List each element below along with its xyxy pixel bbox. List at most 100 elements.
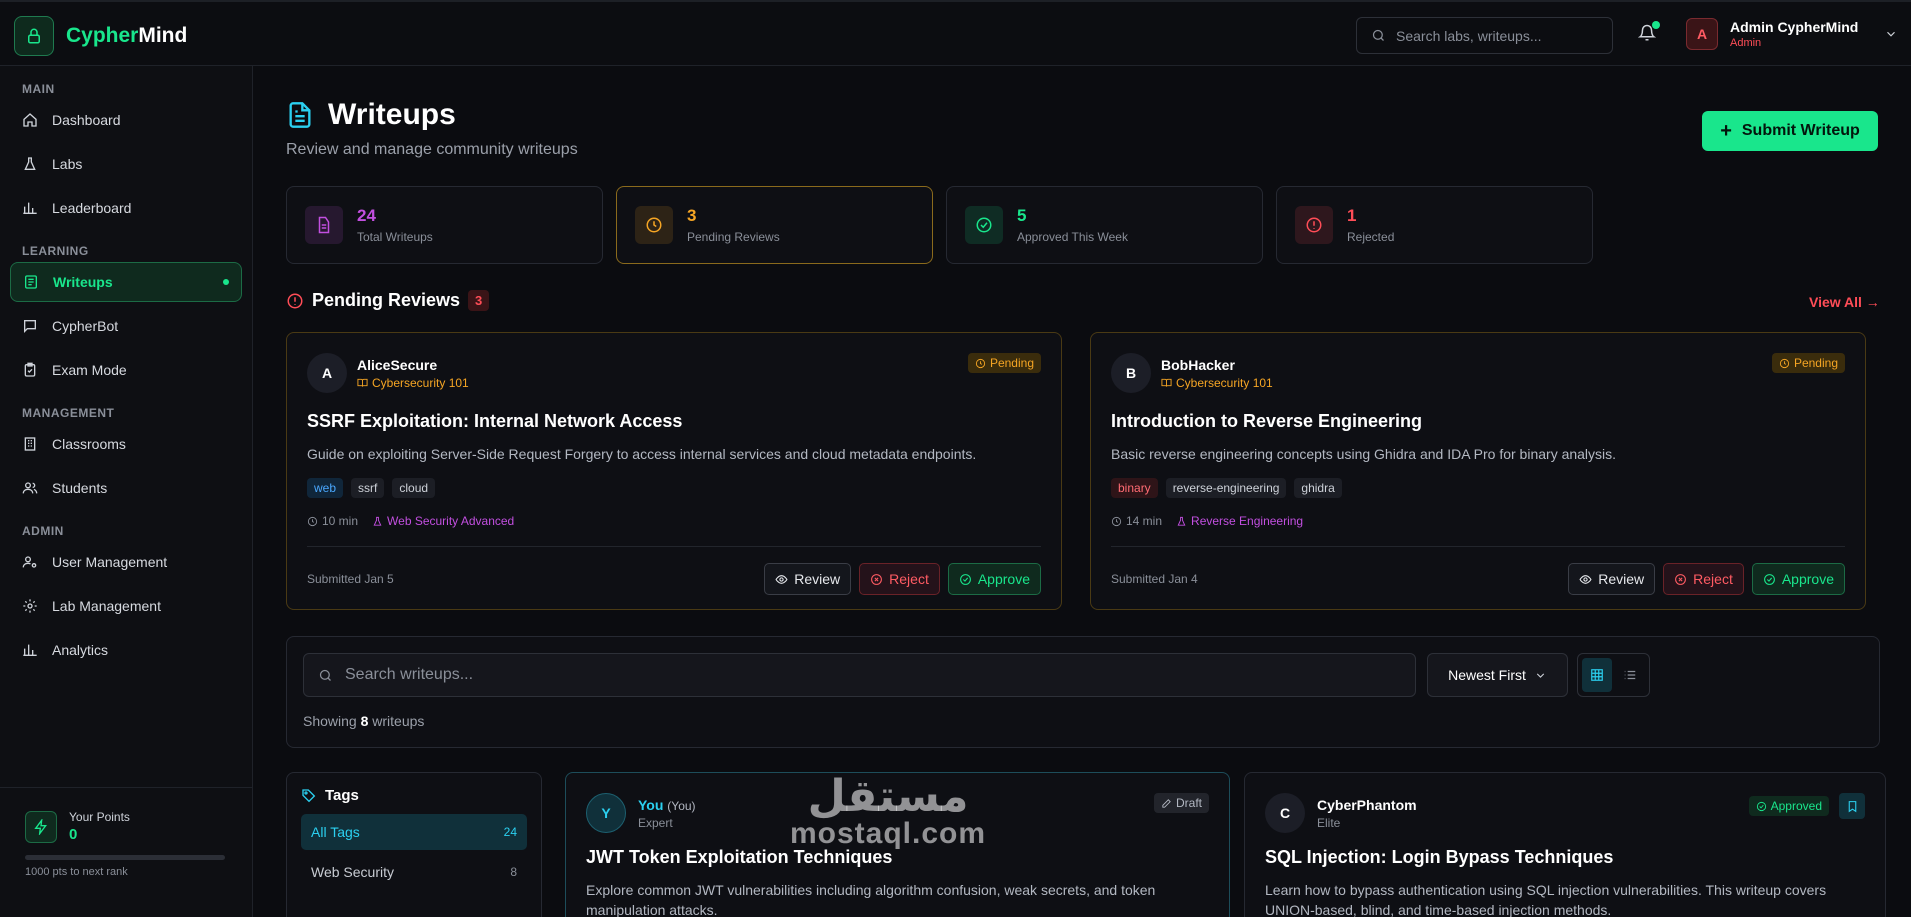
reject-button[interactable]: Reject <box>1663 563 1744 595</box>
clock-icon <box>307 516 318 526</box>
sidebar-item-leaderboard[interactable]: Leaderboard <box>10 188 242 228</box>
approve-button[interactable]: Approve <box>947 563 1041 595</box>
tag-chip[interactable]: binary <box>1111 478 1158 498</box>
approve-button[interactable]: Approve <box>1751 563 1845 595</box>
writeup-description: Learn how to bypass authentication using… <box>1265 882 1827 917</box>
pending-writeup-card[interactable]: B BobHacker Cybersecurity 101 Pending Introd… <box>1090 332 1866 610</box>
tag-filter-label: Web Security <box>311 864 394 880</box>
tag-filter-count: 24 <box>503 825 517 839</box>
writeup-title[interactable]: JWT Token Exploitation Techniques <box>586 847 1209 868</box>
writeup-search-placeholder: Search writeups... <box>345 666 474 683</box>
clock-icon <box>1111 516 1122 526</box>
grid-view-button[interactable] <box>1582 658 1612 692</box>
course-label: Cybersecurity 101 <box>1161 376 1273 390</box>
sidebar-item-user-management[interactable]: User Management <box>10 542 242 582</box>
user-role: Admin <box>1730 37 1762 49</box>
user-menu[interactable]: A Admin CypherMind Admin <box>1686 18 1898 50</box>
tag-chip[interactable]: web <box>307 478 344 498</box>
author-name[interactable]: AliceSecure <box>357 357 469 373</box>
clipboard-icon <box>24 362 36 377</box>
sidebar-item-exam-mode[interactable]: Exam Mode <box>10 350 242 390</box>
sidebar-item-lab-management[interactable]: Lab Management <box>10 586 242 626</box>
user-name: Admin CypherMind <box>1730 19 1859 35</box>
writeup-title[interactable]: SSRF Exploitation: Internal Network Acce… <box>307 411 1041 432</box>
tag-icon <box>302 788 316 802</box>
pending-writeup-card[interactable]: A AliceSecure Cybersecurity 101 Pending SSRF… <box>286 332 1062 610</box>
lab-name[interactable]: Reverse Engineering <box>1191 514 1303 528</box>
global-search-input[interactable]: Search labs, writeups... <box>1356 17 1613 54</box>
page-title: Writeups <box>328 98 456 131</box>
sidebar-item-dashboard[interactable]: Dashboard <box>10 100 242 140</box>
logo[interactable]: CypherMind <box>14 16 187 56</box>
tags-title: Tags <box>325 787 359 804</box>
sidebar-item-labs[interactable]: Labs <box>10 144 242 184</box>
writeup-description: Basic reverse engineering concepts using… <box>1111 446 1617 462</box>
submit-writeup-button[interactable]: + Submit Writeup <box>1702 111 1878 151</box>
chevron-down-icon <box>1536 672 1545 678</box>
tag-filter-item[interactable]: All Tags 24 <box>301 814 527 850</box>
sidebar-item-analytics[interactable]: Analytics <box>10 630 242 670</box>
divider <box>307 546 1041 547</box>
clock-icon <box>635 206 673 244</box>
page-subtitle: Review and manage community writeups <box>286 141 578 158</box>
writeup-title[interactable]: Introduction to Reverse Engineering <box>1111 411 1845 432</box>
document-icon <box>305 206 343 244</box>
writeup-card[interactable]: C CyberPhantom Elite Approved SQL Injection:… <box>1244 772 1886 917</box>
app-name: CypherMind <box>66 24 188 47</box>
pending-reviews-title: Pending Reviews <box>312 290 461 310</box>
writeup-title[interactable]: SQL Injection: Login Bypass Techniques <box>1265 847 1865 868</box>
sort-value: Newest First <box>1448 667 1526 683</box>
tag-list: binary reverse-engineering ghidra <box>1111 478 1845 498</box>
tag-chip[interactable]: ssrf <box>351 478 385 498</box>
bookmark-button[interactable] <box>1839 793 1865 819</box>
showing-count: Showing 8 writeups <box>303 713 425 729</box>
writeup-description: Guide on exploiting Server-Side Request … <box>307 446 977 462</box>
status-badge: Pending <box>967 353 1041 373</box>
tag-chip[interactable]: reverse-engineering <box>1165 478 1287 498</box>
search-icon <box>1372 29 1384 41</box>
check-circle-icon <box>965 206 1003 244</box>
pending-reviews-heading: Pending Reviews 3 <box>286 290 490 311</box>
stat-value: 24 <box>357 206 376 225</box>
watermark-latin: mostaql.com <box>790 817 987 850</box>
author-name[interactable]: You (You) <box>638 797 696 813</box>
tag-filter-item[interactable]: Web Security 8 <box>301 854 527 890</box>
sidebar-section-title: LEARNING <box>22 244 89 258</box>
writeup-search-input[interactable]: Search writeups... <box>303 653 1416 697</box>
sidebar-item-cypherbot[interactable]: CypherBot <box>10 306 242 346</box>
view-all-link[interactable]: View All → <box>1809 294 1880 310</box>
review-button[interactable]: Review <box>1568 563 1656 595</box>
avatar: C <box>1265 793 1305 833</box>
bolt-icon <box>25 810 57 843</box>
notifications-button[interactable] <box>1637 21 1660 47</box>
stat-card: 24 Total Writeups <box>286 186 603 264</box>
sidebar-item-label: Writeups <box>53 274 113 290</box>
view-toggle <box>1577 653 1650 697</box>
review-button[interactable]: Review <box>764 563 852 595</box>
x-circle-icon <box>871 573 883 585</box>
sidebar-item-classrooms[interactable]: Classrooms <box>10 424 242 464</box>
author-name[interactable]: BobHacker <box>1161 357 1273 373</box>
list-view-button[interactable] <box>1616 658 1646 692</box>
reject-button[interactable]: Reject <box>859 563 940 595</box>
building-icon <box>24 437 36 451</box>
document-icon <box>289 102 311 128</box>
tag-chip[interactable]: ghidra <box>1294 478 1342 498</box>
pending-count-badge: 3 <box>468 290 490 311</box>
sort-select[interactable]: Newest First <box>1427 653 1568 697</box>
sidebar-item-students[interactable]: Students <box>10 468 242 508</box>
tag-chip[interactable]: cloud <box>392 478 436 498</box>
flask-icon <box>373 516 382 526</box>
author-name[interactable]: CyberPhantom <box>1317 797 1417 813</box>
eye-icon <box>775 574 788 584</box>
sidebar-item-writeups[interactable]: Writeups <box>10 262 242 302</box>
lab-name[interactable]: Web Security Advanced <box>387 514 514 528</box>
read-time: 14 min <box>1126 514 1163 528</box>
bookmark-icon <box>1848 800 1856 812</box>
eye-icon <box>1579 574 1592 584</box>
sidebar-item-label: CypherBot <box>52 318 119 334</box>
stat-label: Pending Reviews <box>687 230 780 244</box>
writeup-meta: 10 min Web Security Advanced <box>307 514 1041 528</box>
flask-icon <box>24 157 36 170</box>
sidebar-item-label: Lab Management <box>52 598 161 614</box>
